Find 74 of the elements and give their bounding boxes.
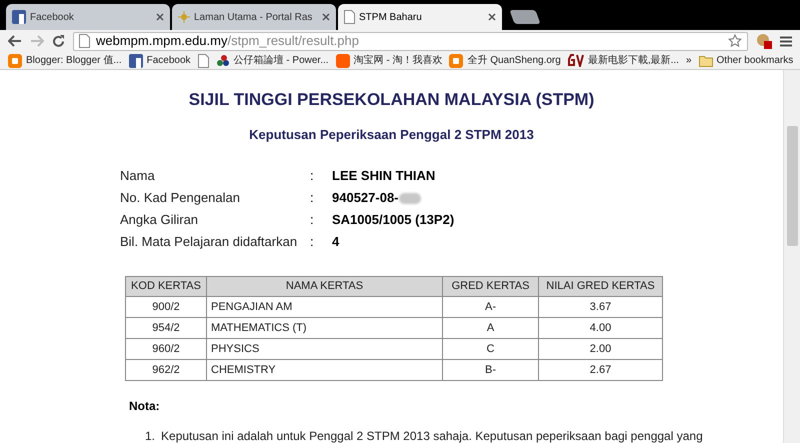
page-icon xyxy=(344,10,355,24)
field-value: 4 xyxy=(332,233,340,252)
table-cell: C xyxy=(442,338,538,360)
extension-icon[interactable] xyxy=(756,33,772,49)
blurred-text xyxy=(398,192,420,204)
table-cell: CHEMISTRY xyxy=(206,360,442,380)
address-bar[interactable]: webmpm.mpm.edu.my/stpm_result/result.php xyxy=(73,32,748,50)
bookmark[interactable]: 淘宝网 - 淘！我喜欢 xyxy=(336,53,442,68)
table-cell: PHYSICS xyxy=(206,338,442,360)
facebook-icon xyxy=(12,10,26,24)
table-cell: A- xyxy=(442,296,538,318)
browser-tab[interactable]: Facebook xyxy=(6,4,170,30)
bookmarks-overflow[interactable]: » xyxy=(686,53,692,68)
url-text: webmpm.mpm.edu.my/stpm_result/result.php xyxy=(96,32,360,50)
separator: : xyxy=(310,211,315,230)
field-label: Nama xyxy=(120,167,156,186)
table-cell: 960/2 xyxy=(126,338,206,360)
table-cell: MATHEMATICS (T) xyxy=(206,318,442,338)
close-icon[interactable] xyxy=(488,13,496,21)
column-header: KOD KERTAS xyxy=(126,276,206,296)
table-cell: 3.67 xyxy=(538,296,662,318)
table-cell: 900/2 xyxy=(126,296,206,318)
menu-icon[interactable] xyxy=(780,36,792,46)
separator: : xyxy=(310,233,315,252)
close-icon[interactable] xyxy=(156,13,164,21)
bookmark[interactable]: Facebook xyxy=(128,53,191,68)
table-cell: 2.00 xyxy=(538,338,662,360)
field-label: Angka Giliran xyxy=(120,211,200,230)
folder-icon xyxy=(698,54,713,66)
field-value: LEE SHIN THIAN xyxy=(332,167,436,186)
blogger-icon xyxy=(449,54,464,68)
table-cell: 962/2 xyxy=(126,360,206,380)
page-title: SIJIL TINGGI PERSEKOLAHAN MALAYSIA (STPM) xyxy=(188,89,596,111)
bookmark[interactable]: 公仔箱論壇 - Power... xyxy=(216,53,329,68)
table-cell: B- xyxy=(442,360,538,380)
table-cell: PENGAJIAN AM xyxy=(206,296,442,318)
browser-tab[interactable]: STPM Baharu xyxy=(338,4,502,30)
field-value: 940527-08- xyxy=(332,189,398,208)
logo-icon xyxy=(568,54,584,67)
table-cell: 4.00 xyxy=(538,318,662,338)
blogger-icon xyxy=(8,54,22,68)
field-label: No. Kad Pengenalan xyxy=(120,189,241,208)
note-number: 1. xyxy=(145,428,156,443)
separator: : xyxy=(310,189,315,208)
note-text: Keputusan ini adalah untuk Penggal 2 STPM 2013 sahaja. Keputusan peperiksaan bagi penggal yang xyxy=(161,428,703,443)
page-icon xyxy=(198,54,209,68)
note-heading: Nota: xyxy=(129,398,161,415)
reload-icon[interactable] xyxy=(52,34,65,48)
page-subtitle: Keputusan Peperiksaan Penggal 2 STPM 2013 xyxy=(248,126,535,144)
field-label: Bil. Mata Pelajaran didaftarkan xyxy=(120,233,298,252)
sun-icon xyxy=(178,11,190,23)
browser-tab[interactable]: Laman Utama - Portal Ras xyxy=(172,4,336,30)
scrollbar[interactable] xyxy=(783,70,800,443)
table-cell: A xyxy=(442,318,538,338)
bookmark[interactable]: 全升 QuanSheng.org xyxy=(449,53,561,68)
star-icon[interactable] xyxy=(728,34,742,48)
column-header: NAMA KERTAS xyxy=(206,276,442,296)
column-header: GRED KERTAS xyxy=(442,276,538,296)
separator: : xyxy=(310,167,315,186)
table-cell: 954/2 xyxy=(126,318,206,338)
column-header: NILAI GRED KERTAS xyxy=(538,276,662,296)
bookmark[interactable]: Blogger: Blogger 值... xyxy=(8,53,122,68)
back-icon[interactable] xyxy=(8,35,22,47)
dots-icon xyxy=(216,54,230,68)
facebook-icon xyxy=(128,54,143,68)
close-icon[interactable] xyxy=(322,13,330,21)
other-bookmarks[interactable]: Other bookmarks xyxy=(698,53,794,68)
field-value: SA1005/1005 (13P2) xyxy=(332,211,454,230)
bookmark[interactable]: 最新电影下載,最新... xyxy=(568,53,679,68)
new-tab-button[interactable] xyxy=(509,10,541,24)
table-cell: 2.67 xyxy=(538,360,662,380)
taobao-icon xyxy=(336,54,350,68)
page-icon xyxy=(79,34,90,48)
bookmark[interactable] xyxy=(198,54,209,68)
